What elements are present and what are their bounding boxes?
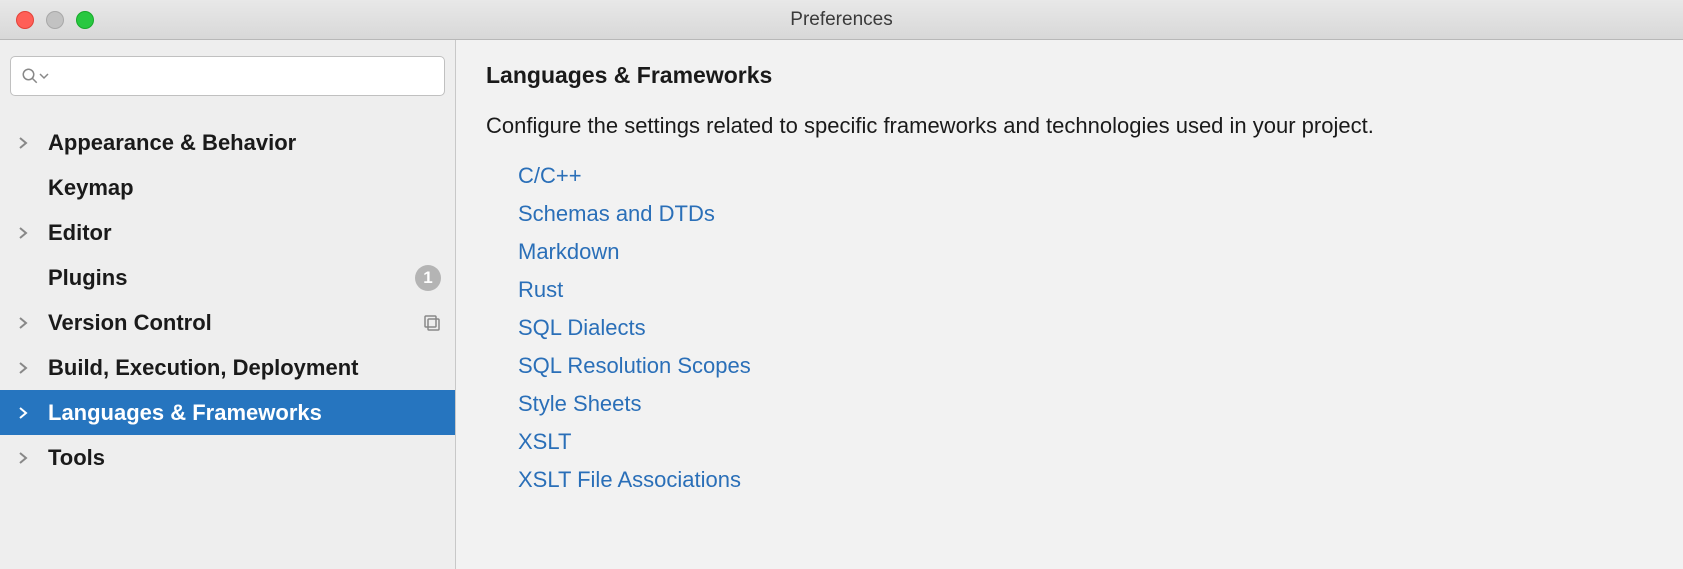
sidebar-item-keymap[interactable]: Keymap (0, 165, 455, 210)
main-panel: Languages & Frameworks Configure the set… (456, 40, 1683, 569)
chevron-right-icon (18, 406, 38, 420)
link-xslt[interactable]: XSLT (518, 423, 1653, 461)
search-container (0, 40, 455, 106)
chevron-right-icon (18, 361, 38, 375)
sidebar-item-label: Build, Execution, Deployment (48, 355, 441, 381)
chevron-right-icon (18, 136, 38, 150)
search-box[interactable] (10, 56, 445, 96)
chevron-right-icon (18, 451, 38, 465)
sidebar-item-label: Languages & Frameworks (48, 400, 441, 426)
sidebar-item-label: Appearance & Behavior (48, 130, 441, 156)
link-c-cpp[interactable]: C/C++ (518, 157, 1653, 195)
plugins-badge: 1 (415, 265, 441, 291)
sidebar-item-tools[interactable]: Tools (0, 435, 455, 480)
sidebar-item-label: Version Control (48, 310, 423, 336)
chevron-down-icon (39, 71, 49, 81)
chevron-right-icon (18, 226, 38, 240)
link-style-sheets[interactable]: Style Sheets (518, 385, 1653, 423)
sidebar: Appearance & Behavior Keymap Editor Plug… (0, 40, 456, 569)
chevron-right-icon (18, 316, 38, 330)
link-schemas-dtds[interactable]: Schemas and DTDs (518, 195, 1653, 233)
settings-tree: Appearance & Behavior Keymap Editor Plug… (0, 120, 455, 480)
search-icon (21, 67, 49, 85)
sidebar-item-label: Tools (48, 445, 441, 471)
minimize-window-button[interactable] (46, 11, 64, 29)
window-controls (0, 11, 94, 29)
content-area: Appearance & Behavior Keymap Editor Plug… (0, 40, 1683, 569)
link-markdown[interactable]: Markdown (518, 233, 1653, 271)
titlebar: Preferences (0, 0, 1683, 40)
sidebar-item-appearance-behavior[interactable]: Appearance & Behavior (0, 120, 455, 165)
page-title: Languages & Frameworks (486, 62, 1653, 89)
sidebar-item-label: Keymap (48, 175, 441, 201)
sidebar-item-languages-frameworks[interactable]: Languages & Frameworks (0, 390, 455, 435)
sidebar-item-label: Editor (48, 220, 441, 246)
sidebar-item-build-execution-deployment[interactable]: Build, Execution, Deployment (0, 345, 455, 390)
page-description: Configure the settings related to specif… (486, 113, 1653, 139)
maximize-window-button[interactable] (76, 11, 94, 29)
link-sql-dialects[interactable]: SQL Dialects (518, 309, 1653, 347)
framework-links: C/C++ Schemas and DTDs Markdown Rust SQL… (486, 157, 1653, 499)
sidebar-item-editor[interactable]: Editor (0, 210, 455, 255)
link-xslt-file-associations[interactable]: XSLT File Associations (518, 461, 1653, 499)
close-window-button[interactable] (16, 11, 34, 29)
link-sql-resolution-scopes[interactable]: SQL Resolution Scopes (518, 347, 1653, 385)
link-rust[interactable]: Rust (518, 271, 1653, 309)
sidebar-item-plugins[interactable]: Plugins 1 (0, 255, 455, 300)
sidebar-item-version-control[interactable]: Version Control (0, 300, 455, 345)
search-input[interactable] (55, 66, 434, 87)
sidebar-item-label: Plugins (48, 265, 415, 291)
project-scope-icon (423, 314, 441, 332)
window-title: Preferences (790, 9, 892, 31)
